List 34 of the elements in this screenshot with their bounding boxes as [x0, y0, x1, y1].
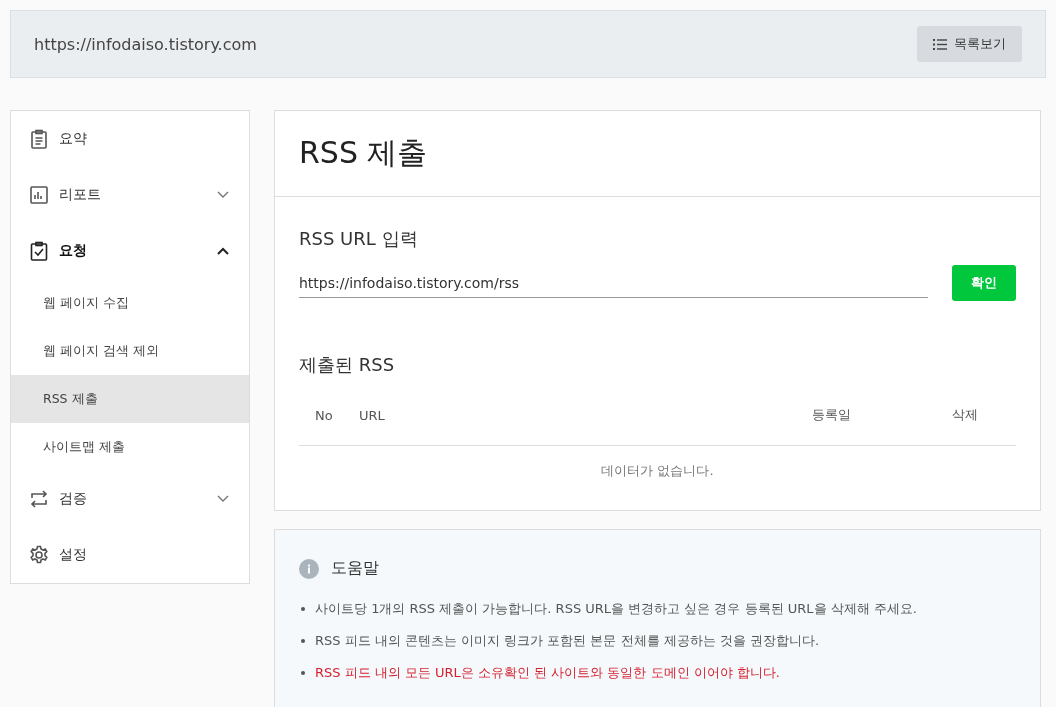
- help-text: RSS 피드 내의 모든 URL은 소유확인 된 사이트와 동일한 도메인 이어야 합니다.: [315, 664, 780, 682]
- clipboard-icon: [31, 129, 47, 149]
- site-url: https://infodaiso.tistory.com: [34, 34, 257, 54]
- section-title: 제출된 RSS: [299, 353, 396, 377]
- nav-subitem[interactable]: 웹 페이지 수집: [11, 279, 249, 327]
- list-view-button[interactable]: 목록보기: [917, 26, 1022, 62]
- bar-chart-icon: [30, 186, 48, 204]
- nav-item[interactable]: 검증: [11, 471, 249, 527]
- column-header: No: [314, 407, 334, 423]
- nav-subitem[interactable]: 사이트맵 제출: [11, 423, 249, 471]
- clipboard-check-icon: [30, 241, 48, 261]
- nav-item[interactable]: 리포트: [11, 167, 249, 223]
- column-header: 삭제: [952, 406, 979, 424]
- url-input-field[interactable]: https://infodaiso.tistory.com/rss: [299, 268, 928, 298]
- section-title: RSS URL 입력: [299, 227, 419, 251]
- settings-icon: [30, 545, 48, 564]
- help-text: 사이트당 1개의 RSS 제출이 가능합니다. RSS URL을 변경하고 싶은 경우 등록된 URL을 삭제해 주세요.: [315, 600, 917, 618]
- nav-subitem[interactable]: RSS 제출: [11, 375, 249, 423]
- column-header: URL: [359, 407, 386, 423]
- nav-item[interactable]: 요약: [11, 111, 249, 167]
- nav-item[interactable]: 요청: [11, 223, 249, 279]
- bullet-icon: [301, 607, 305, 611]
- page-title: RSS 제출: [275, 111, 1040, 197]
- bullet-icon: [301, 639, 305, 643]
- info-icon: [299, 558, 319, 579]
- help-text: RSS 피드 내의 콘텐츠는 이미지 링크가 포함된 본문 전체를 제공하는 것을 권장합니다.: [315, 632, 820, 650]
- nav-item[interactable]: 설정: [11, 527, 249, 583]
- help-title: 도움말: [331, 558, 379, 579]
- column-header: 등록일: [812, 406, 852, 424]
- list-icon: [933, 38, 947, 50]
- empty-message: 데이터가 없습니다.: [601, 463, 714, 478]
- nav-subitem[interactable]: 웹 페이지 검색 제외: [11, 327, 249, 375]
- repeat-icon: [30, 490, 48, 508]
- bullet-icon: [301, 671, 305, 675]
